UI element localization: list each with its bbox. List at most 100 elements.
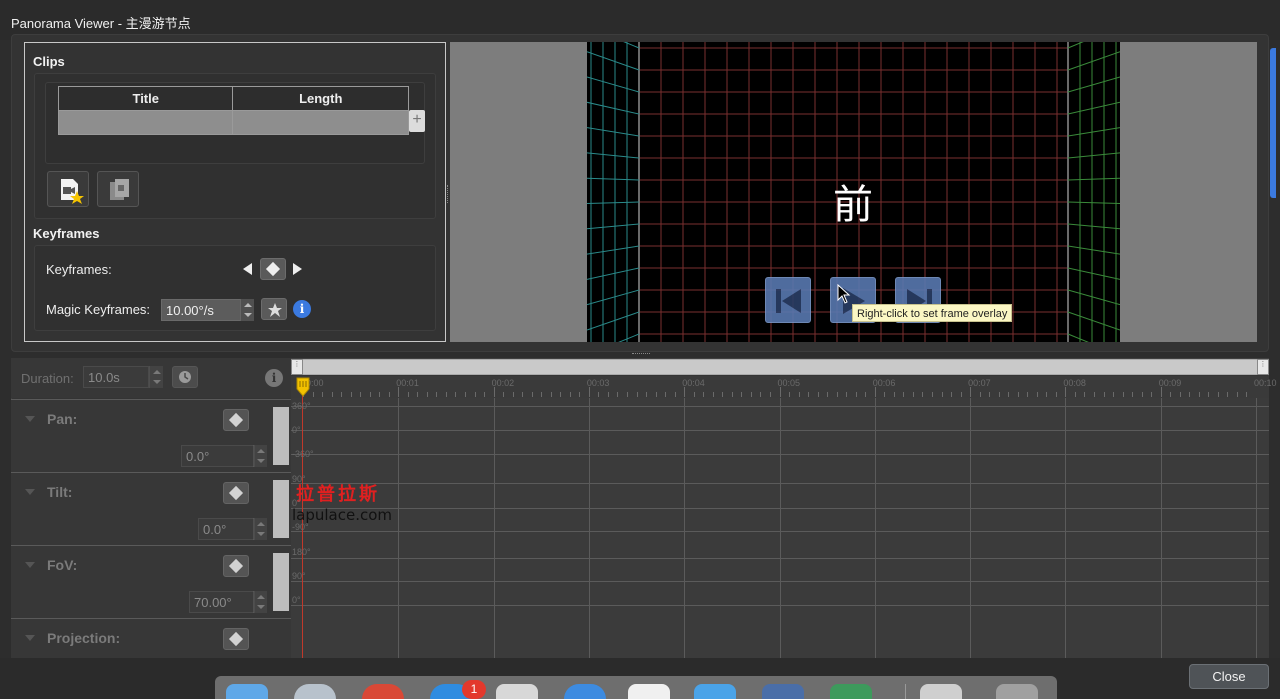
column-length[interactable]: Length [232, 86, 409, 111]
ruler-tick-mark [674, 392, 676, 397]
downloads-icon[interactable] [920, 684, 962, 699]
track-value-input[interactable]: 70.00° [189, 591, 255, 613]
timeline-ruler[interactable]: 00:00 00:01 00:02 00:03 00:04 00:05 00:06 00:07… [291, 376, 1277, 398]
next-keyframe-icon[interactable] [293, 263, 303, 275]
window-title: Panorama Viewer - 主漫游节点 [11, 16, 191, 31]
duplicate-clip-button[interactable] [97, 171, 139, 207]
disclosure-icon[interactable] [25, 635, 35, 641]
table-row[interactable] [57, 110, 409, 135]
trash-icon[interactable] [996, 684, 1038, 699]
ruler-tick-label: 00:04 [682, 378, 705, 388]
track-keyframe-button[interactable] [223, 555, 249, 577]
ruler-tick-mark [1008, 392, 1010, 397]
keyframe-diamond-icon [228, 631, 244, 647]
column-title[interactable]: Title [57, 86, 234, 111]
ruler-tick-mark [627, 392, 629, 397]
ruler-tick-mark [1103, 392, 1105, 397]
ruler-tick-label: 00:08 [1063, 378, 1086, 388]
duration-clock-button[interactable] [172, 366, 198, 388]
ruler-tick-mark [360, 392, 362, 397]
track-value-stepper[interactable] [253, 591, 267, 613]
table-cell[interactable] [57, 110, 234, 135]
track-scale-slider[interactable] [273, 553, 289, 611]
timeline-range-bar[interactable] [291, 359, 1269, 375]
ruler-tick-mark [989, 392, 991, 397]
horizontal-splitter[interactable] [632, 353, 650, 356]
track-scale-label: 360° [292, 401, 311, 411]
ruler-tick-mark [789, 392, 791, 397]
ruler-tick-mark [512, 392, 514, 397]
ruler-tick-mark [731, 392, 733, 397]
timeline-info-icon[interactable]: i [265, 369, 283, 387]
monitor-icon[interactable] [762, 684, 804, 699]
ruler-tick-mark [426, 392, 428, 397]
close-button[interactable]: Close [1189, 664, 1269, 689]
messenger-icon[interactable] [628, 684, 670, 699]
ruler-tick-mark [1189, 392, 1191, 397]
ruler-tick-mark [951, 392, 953, 397]
ruler-tick-label: 00:02 [491, 378, 515, 388]
track-scale-slider[interactable] [273, 480, 289, 538]
previous-frame-button[interactable] [765, 277, 811, 323]
notes-icon[interactable] [496, 684, 538, 699]
range-end-handle[interactable]: ⋮ [1257, 359, 1269, 375]
ruler-tick-mark [1198, 392, 1200, 397]
ruler-tick-mark [684, 387, 686, 397]
ruler-tick-mark [436, 392, 438, 397]
ruler-tick-mark [1065, 387, 1067, 397]
range-start-handle[interactable]: ⋮ [291, 359, 303, 375]
new-clip-button[interactable] [47, 171, 89, 207]
ruler-tick-mark [769, 392, 771, 397]
pano2vr-icon[interactable] [830, 684, 872, 699]
add-clip-button[interactable]: + [409, 110, 425, 132]
track-keyframe-button[interactable] [223, 628, 249, 650]
track-value-input[interactable]: 0.0° [198, 518, 255, 540]
ruler-tick-label: 00:06 [872, 378, 896, 388]
track-scale-slider[interactable] [273, 407, 289, 465]
clock-icon [179, 371, 191, 383]
ruler-tick-mark [712, 392, 714, 397]
track-keyframe-button[interactable] [223, 409, 249, 431]
track-name: Pan: [47, 411, 78, 427]
track-keyframe-button[interactable] [223, 482, 249, 504]
launchpad-icon[interactable] [294, 684, 336, 699]
grid-hline [291, 581, 1269, 582]
magic-keyframes-stepper[interactable] [240, 299, 254, 321]
grid-hline [291, 430, 1269, 431]
ruler-tick-mark [1074, 392, 1076, 397]
xcode-icon[interactable] [694, 684, 736, 699]
track-value-stepper[interactable] [253, 445, 267, 467]
dock-divider [905, 684, 906, 699]
ruler-tick-mark [893, 392, 895, 397]
ruler-tick-mark [1179, 392, 1181, 397]
keyframe-diamond-icon [228, 558, 244, 574]
ruler-tick-mark [493, 387, 495, 397]
ruler-tick-mark [1170, 392, 1172, 397]
ruler-tick-mark [1055, 392, 1057, 397]
watermark-chinese: 拉普拉斯 [296, 484, 380, 505]
track-scale-label: -360° [292, 449, 314, 459]
duration-stepper[interactable] [149, 366, 163, 388]
track-value-input[interactable]: 0.0° [181, 445, 255, 467]
previous-keyframe-icon[interactable] [243, 263, 253, 275]
ruler-tick-mark [617, 392, 619, 397]
side-drawer-handle[interactable] [1270, 48, 1276, 198]
keyframe-graph-area[interactable] [291, 398, 1269, 658]
finder-icon[interactable] [226, 684, 268, 699]
table-cell[interactable] [232, 110, 409, 135]
chrome-icon[interactable] [362, 684, 404, 699]
duration-input[interactable]: 10.0s [83, 366, 149, 388]
ruler-tick-mark [741, 392, 743, 397]
magic-keyframes-input[interactable]: 10.00°/s [161, 299, 241, 321]
track-value-stepper[interactable] [253, 518, 267, 540]
track-scale-label: 0° [292, 498, 301, 508]
ruler-tick-mark [655, 392, 657, 397]
safari-icon[interactable] [564, 684, 606, 699]
playhead-handle-icon[interactable] [296, 377, 310, 397]
info-icon[interactable]: i [293, 300, 311, 318]
ruler-tick-mark [693, 392, 695, 397]
magic-keyframes-button[interactable] [261, 298, 287, 320]
ruler-tick-mark [865, 392, 867, 397]
track-name: Projection: [47, 630, 121, 646]
add-keyframe-button[interactable] [260, 258, 286, 280]
